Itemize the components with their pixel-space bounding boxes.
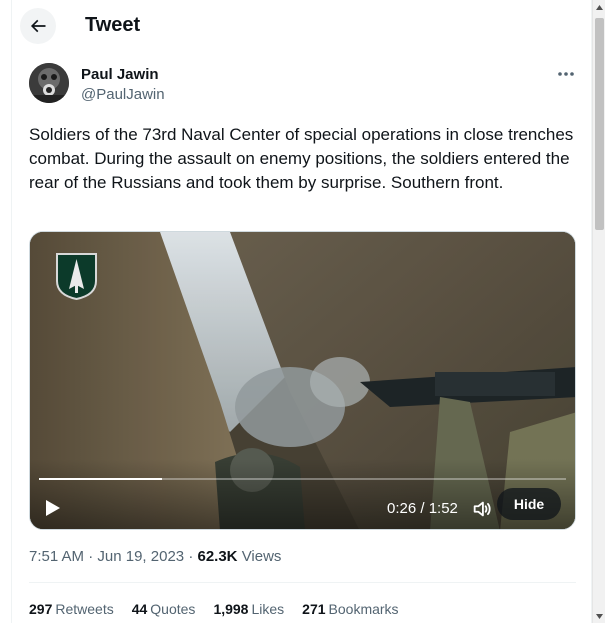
bookmarks-stat[interactable]: 271 Bookmarks [302,601,398,617]
stat-label: Retweets [55,601,114,617]
stat-label: Quotes [150,601,196,617]
tweet-meta: 7:51 AM · Jun 19, 2023 · 62.3K Views [29,548,281,565]
video-progress-fill [39,478,162,480]
meta-separator: · [188,548,194,565]
retweets-stat[interactable]: 297 Retweets [29,601,114,617]
avatar[interactable] [29,63,69,103]
stat-label: Likes [251,601,285,617]
caret-down-icon [596,613,603,619]
more-button[interactable] [553,64,579,84]
engagement-stats: 297 Retweets 44 Quotes 1,998 Likes 271 Bookm… [29,601,417,617]
scrollbar[interactable] [592,0,605,623]
quotes-stat[interactable]: 44 Quotes [132,601,196,617]
arrow-left-icon [30,19,46,33]
controls-overlay [30,459,575,529]
tweet-text: Soldiers of the 73rd Naval Center of spe… [29,125,574,192]
unit-badge-icon [56,253,97,301]
stat-count: 44 [131,601,148,617]
divider [29,582,576,583]
likes-stat[interactable]: 1,998 Likes [213,601,284,617]
page-title: Tweet [85,14,141,36]
video-progress-bar[interactable] [39,478,566,480]
author-handle[interactable]: @PaulJawin [81,86,165,103]
stat-count: 1,998 [213,601,249,617]
volume-button[interactable] [471,498,493,520]
stat-count: 271 [302,601,326,617]
video-player[interactable]: 0:26 / 1:52 Hide [29,231,576,530]
caret-up-icon [596,4,603,10]
stat-label: Bookmarks [328,601,399,617]
scroll-down-button[interactable] [593,609,605,623]
scroll-up-button[interactable] [593,0,605,14]
play-button[interactable] [42,496,64,520]
views-label: Views [241,548,282,565]
header: Tweet [12,0,593,53]
tweet-date[interactable]: Jun 19, 2023 [97,548,184,565]
tweet-time[interactable]: 7:51 AM [29,548,84,565]
hide-button[interactable]: Hide [497,488,561,520]
author-name[interactable]: Paul Jawin [81,66,159,83]
volume-icon [473,501,491,517]
video-time: 0:26 / 1:52 [387,500,458,517]
stat-count: 297 [29,601,53,617]
more-horizontal-icon [558,72,574,76]
tweet-column: Tweet Paul Jawin @PaulJawin Soldiers of … [11,0,592,623]
scrollbar-thumb[interactable] [595,18,604,230]
views-count: 62.3K [197,548,238,565]
back-button[interactable] [20,8,56,44]
meta-separator: · [88,548,94,565]
play-icon [46,500,60,516]
